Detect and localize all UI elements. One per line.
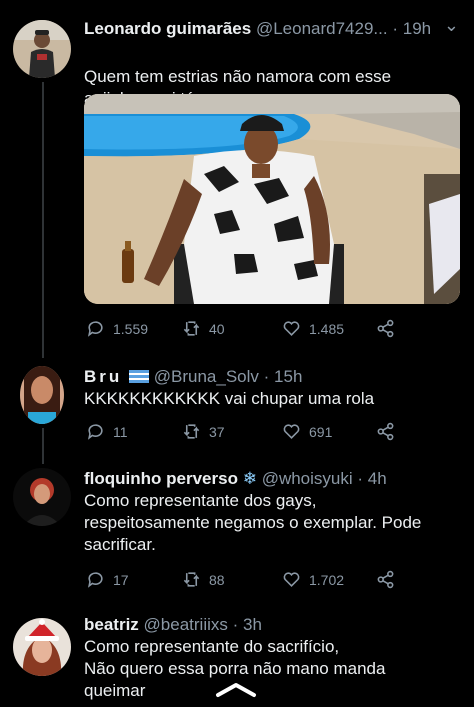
share-button[interactable]	[376, 422, 395, 441]
reply-icon	[87, 572, 103, 588]
retweet-count: 88	[209, 571, 225, 588]
display-name[interactable]: floquinho perverso	[84, 469, 238, 488]
like-count: 1.485	[309, 320, 345, 337]
heart-icon	[283, 321, 300, 336]
retweet-button[interactable]: 88	[182, 570, 225, 589]
user-handle[interactable]: @Bruna_Solv	[154, 367, 259, 386]
tweet-actions: 17 88 1.702	[86, 570, 406, 592]
separator: ·	[392, 19, 398, 38]
timestamp[interactable]: 4h	[368, 469, 387, 488]
timestamp[interactable]: 19h	[403, 19, 431, 38]
display-name[interactable]: Leonardo guimarães	[84, 19, 251, 38]
reply-icon	[87, 321, 103, 337]
tweet-header: floquinho perverso ❄ @whoisyuki · 4h	[84, 468, 460, 490]
avatar[interactable]	[20, 366, 64, 424]
retweet-icon	[183, 572, 200, 587]
timestamp[interactable]: 15h	[274, 367, 302, 386]
retweet-button[interactable]: 37	[182, 422, 225, 441]
reply-icon	[87, 424, 103, 440]
chevron-up-icon[interactable]	[214, 680, 258, 698]
share-icon	[377, 319, 394, 338]
share-button[interactable]	[376, 570, 395, 589]
share-button[interactable]	[376, 319, 395, 338]
retweet-icon	[183, 424, 200, 439]
tweet-actions: 11 37 691	[86, 422, 406, 444]
tweet-3[interactable]: floquinho perverso ❄ @whoisyuki · 4h Com…	[0, 468, 474, 589]
tweet-1[interactable]: Leonardo guimarães @Leonard7429... · 19h…	[0, 18, 474, 348]
reply-count: 11	[113, 423, 128, 440]
tweet-text: Como representante dos gays, respeitosam…	[84, 491, 422, 554]
display-name[interactable]: Bru	[84, 367, 122, 386]
thread-view: Leonardo guimarães @Leonard7429... · 19h…	[0, 0, 474, 707]
retweet-count: 40	[209, 320, 225, 337]
snowflake-icon: ❄	[242, 469, 257, 488]
display-name[interactable]: beatriz	[84, 615, 139, 634]
tweet-text: Como representante do sacrifício, Não qu…	[84, 637, 386, 700]
tweet-header: Bru @Bruna_Solv · 15h	[84, 366, 460, 388]
user-handle[interactable]: @whoisyuki	[262, 469, 353, 488]
tweet-header: Leonardo guimarães @Leonard7429... · 19h…	[84, 18, 460, 40]
like-button[interactable]: 1.702	[282, 570, 344, 589]
reply-count: 1.559	[113, 320, 149, 337]
separator: ·	[263, 367, 270, 386]
like-button[interactable]: 691	[282, 422, 332, 441]
chevron-down-icon[interactable]: ⌄	[444, 18, 460, 36]
tweet-header: beatriz @beatriiixs · 3h	[84, 614, 460, 636]
timestamp[interactable]: 3h	[243, 615, 262, 634]
avatar[interactable]	[13, 468, 71, 526]
flag-icon	[129, 367, 150, 383]
separator: ·	[357, 469, 364, 488]
reply-button[interactable]: 1.559	[86, 319, 148, 338]
tweet-actions: 1.559 40 1.485	[86, 319, 406, 341]
retweet-icon	[183, 321, 200, 336]
like-button[interactable]: 1.485	[282, 319, 344, 338]
like-count: 691	[309, 423, 333, 440]
separator: ·	[232, 615, 239, 634]
tweet-text: KKKKKKKKKKKK vai chupar uma rola	[84, 389, 375, 408]
avatar[interactable]	[13, 618, 71, 676]
user-handle[interactable]: @Leonard7429...	[256, 19, 388, 38]
like-count: 1.702	[309, 571, 345, 588]
heart-icon	[283, 572, 300, 587]
reply-button[interactable]: 17	[86, 570, 129, 589]
avatar[interactable]	[13, 20, 71, 78]
share-icon	[377, 570, 394, 589]
tweet-image[interactable]	[84, 94, 460, 304]
heart-icon	[283, 424, 300, 439]
retweet-button[interactable]: 40	[182, 319, 225, 338]
retweet-count: 37	[209, 423, 225, 440]
tweet-2[interactable]: Bru @Bruna_Solv · 15h KKKKKKKKKKKK vai c…	[0, 366, 474, 446]
reply-count: 17	[113, 571, 129, 588]
reply-button[interactable]: 11	[86, 422, 128, 441]
share-icon	[377, 422, 394, 441]
user-handle[interactable]: @beatriiixs	[144, 615, 228, 634]
